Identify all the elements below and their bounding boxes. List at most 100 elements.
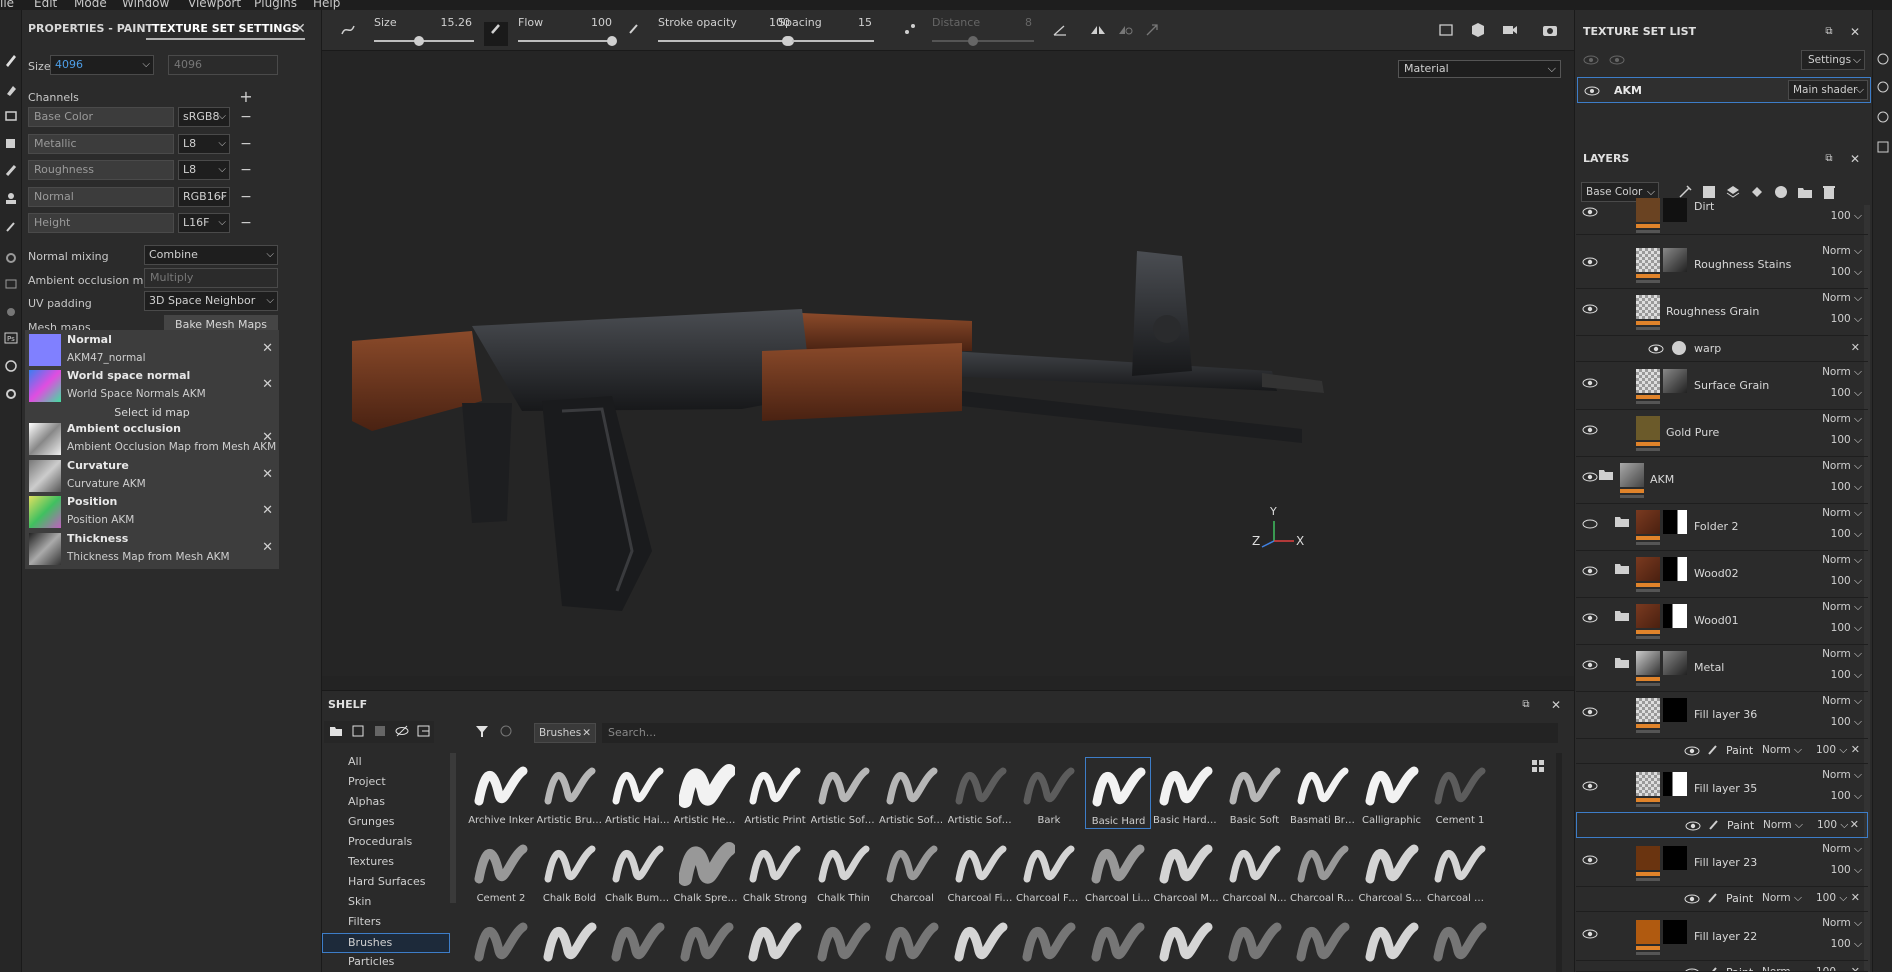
layer-opacity[interactable]: 100 ⌵ [1831, 938, 1862, 951]
brush-preset[interactable]: Charcoal Str... [1359, 835, 1425, 907]
search-input[interactable]: Search... [602, 723, 1558, 743]
blend-mode-dropdown[interactable]: Norm ⌵ [1762, 744, 1802, 757]
bake-icon[interactable] [3, 304, 19, 320]
uv-padding-dropdown[interactable]: 3D Space Neighbor ⌵ [144, 291, 278, 311]
plugin-icon[interactable] [3, 358, 19, 374]
blend-mode-dropdown[interactable]: Norm ⌵ [1822, 245, 1862, 258]
brush-preset[interactable] [948, 913, 1014, 972]
blend-mode-dropdown[interactable]: Norm ⌵ [1822, 460, 1862, 473]
close-icon[interactable]: ✕ [1851, 341, 1860, 354]
remove-channel-button[interactable]: − [238, 109, 254, 125]
channel-format-dropdown[interactable]: L16F ⌵ [178, 213, 230, 233]
size-value[interactable]: 15.26 [422, 16, 473, 29]
eye-icon[interactable] [1582, 659, 1598, 671]
brush-preset[interactable]: Charcoal Wi... [1427, 835, 1493, 907]
eye-icon[interactable] [1582, 854, 1598, 866]
maximize-icon[interactable]: ⧉ [1518, 697, 1534, 713]
spacing-slider[interactable] [778, 40, 874, 42]
pen-pressure-icon[interactable] [626, 22, 642, 38]
close-icon[interactable]: ✕ [582, 724, 591, 742]
brush-preset[interactable] [1016, 913, 1082, 972]
menu-window[interactable]: Window [122, 0, 169, 10]
brush-preset[interactable]: Charcoal N... [1222, 835, 1288, 907]
brush-preset[interactable]: Calligraphic [1359, 757, 1425, 829]
effect-opacity[interactable]: 100 ⌵ [1816, 744, 1847, 757]
brush-preset[interactable]: Charcoal [879, 835, 945, 907]
new-resource-icon[interactable] [350, 724, 366, 740]
effect-opacity[interactable]: 100 ⌵ [1816, 966, 1847, 971]
gear-icon[interactable] [3, 386, 19, 402]
close-icon[interactable]: ✕ [262, 377, 273, 392]
close-icon[interactable]: ✕ [1851, 743, 1860, 756]
brush-preset[interactable] [1085, 913, 1151, 972]
mesh-map-normal[interactable]: Normal AKM47_normal ✕ [25, 330, 279, 370]
brush-preset[interactable] [1153, 913, 1219, 972]
layer-opacity[interactable]: 100 ⌵ [1831, 434, 1862, 447]
layer-row[interactable]: Surface Grain Norm ⌵ 100 ⌵ [1576, 363, 1868, 410]
blend-mode-dropdown[interactable]: Norm ⌵ [1822, 601, 1862, 614]
eye-icon[interactable] [1582, 612, 1598, 624]
blend-mode-dropdown[interactable]: Norm ⌵ [1822, 648, 1862, 661]
mesh-map-position[interactable]: Position Position AKM ✕ [25, 492, 279, 532]
brush-preset[interactable] [1222, 913, 1288, 972]
filter-icon[interactable] [474, 724, 490, 740]
eye-icon[interactable] [1582, 706, 1598, 718]
category-all[interactable]: All [348, 755, 362, 768]
eye-icon[interactable] [1685, 820, 1701, 832]
remove-channel-button[interactable]: − [238, 162, 254, 178]
close-icon[interactable]: ✕ [1850, 818, 1859, 831]
camera-mode-icon[interactable] [1438, 22, 1454, 38]
brush-preset[interactable] [537, 913, 603, 972]
brush-preset[interactable]: Bark [1016, 757, 1082, 829]
brush-preset[interactable]: Basic Hard [1084, 757, 1151, 829]
layer-row[interactable]: Roughness Grain Norm ⌵ 100 ⌵ [1576, 289, 1868, 336]
channel-format-dropdown[interactable]: sRGB8 ⌵ [178, 107, 230, 127]
paint-brush-icon[interactable] [3, 52, 19, 68]
blend-mode-dropdown[interactable]: Norm ⌵ [1822, 843, 1862, 856]
size-slider[interactable] [374, 40, 474, 42]
blend-mode-dropdown[interactable]: Norm ⌵ [1763, 819, 1803, 832]
material-dropdown[interactable]: Material ⌵ [1398, 60, 1561, 78]
settings-dropdown[interactable]: Settings ⌵ [1801, 50, 1865, 70]
smudge-icon[interactable] [3, 162, 19, 178]
category-hard-surfaces[interactable]: Hard Surfaces [348, 875, 425, 888]
size-dropdown[interactable]: 4096 ⌵ [50, 55, 154, 75]
add-channel-button[interactable]: + [238, 89, 254, 105]
brush-preset[interactable]: Artistic Soft ... [948, 757, 1014, 829]
eye-icon[interactable] [1684, 893, 1700, 905]
category-textures[interactable]: Textures [348, 855, 394, 868]
layer-opacity[interactable]: 100 ⌵ [1831, 266, 1862, 279]
effect-opacity[interactable]: 100 ⌵ [1817, 819, 1848, 832]
category-procedurals[interactable]: Procedurals [348, 835, 412, 848]
layer-opacity[interactable]: 100 ⌵ [1831, 481, 1862, 494]
brush-icon[interactable] [484, 22, 508, 46]
layer-row[interactable]: Wood01 Norm ⌵ 100 ⌵ [1576, 598, 1868, 645]
angle-icon[interactable] [1052, 22, 1068, 38]
clone-icon[interactable] [3, 190, 19, 206]
brush-preset[interactable]: Chalk Strong [742, 835, 808, 907]
paint-effect-row[interactable]: Paint Norm ⌵ 100 ⌵ ✕ [1576, 738, 1868, 764]
category-skin[interactable]: Skin [348, 895, 371, 908]
close-icon[interactable]: ✕ [1847, 151, 1863, 167]
brush-preset[interactable]: Charcoal Fu... [1016, 835, 1082, 907]
layer-opacity[interactable]: 100 ⌵ [1831, 669, 1862, 682]
layer-row[interactable]: Dirt ⌵100 ⌵ [1576, 192, 1868, 235]
close-icon[interactable]: ✕ [262, 430, 273, 445]
grid-view-icon[interactable] [1530, 759, 1546, 775]
brush-preset[interactable] [674, 913, 740, 972]
brushes-filter-tag[interactable]: Brushes ✕ [534, 723, 596, 743]
eye-icon[interactable] [1582, 256, 1598, 268]
layer-opacity[interactable]: 100 ⌵ [1831, 210, 1862, 223]
mesh-map-thickness[interactable]: Thickness Thickness Map from Mesh AKM ✕ [25, 529, 279, 569]
layer-row[interactable]: Fill layer 22 Norm ⌵ 100 ⌵ [1576, 914, 1868, 961]
category-project[interactable]: Project [348, 775, 386, 788]
flow-value[interactable]: 100 [562, 16, 612, 29]
menu-edit[interactable]: Edit [34, 0, 57, 10]
brush-preset[interactable]: Chalk Thin [811, 835, 877, 907]
projection-icon[interactable] [3, 108, 19, 124]
eye-icon[interactable] [1684, 745, 1700, 757]
blend-mode-dropdown[interactable]: Norm ⌵ [1822, 554, 1862, 567]
remove-channel-button[interactable]: − [238, 136, 254, 152]
close-icon[interactable]: ✕ [1851, 965, 1860, 971]
layer-opacity[interactable]: 100 ⌵ [1831, 622, 1862, 635]
